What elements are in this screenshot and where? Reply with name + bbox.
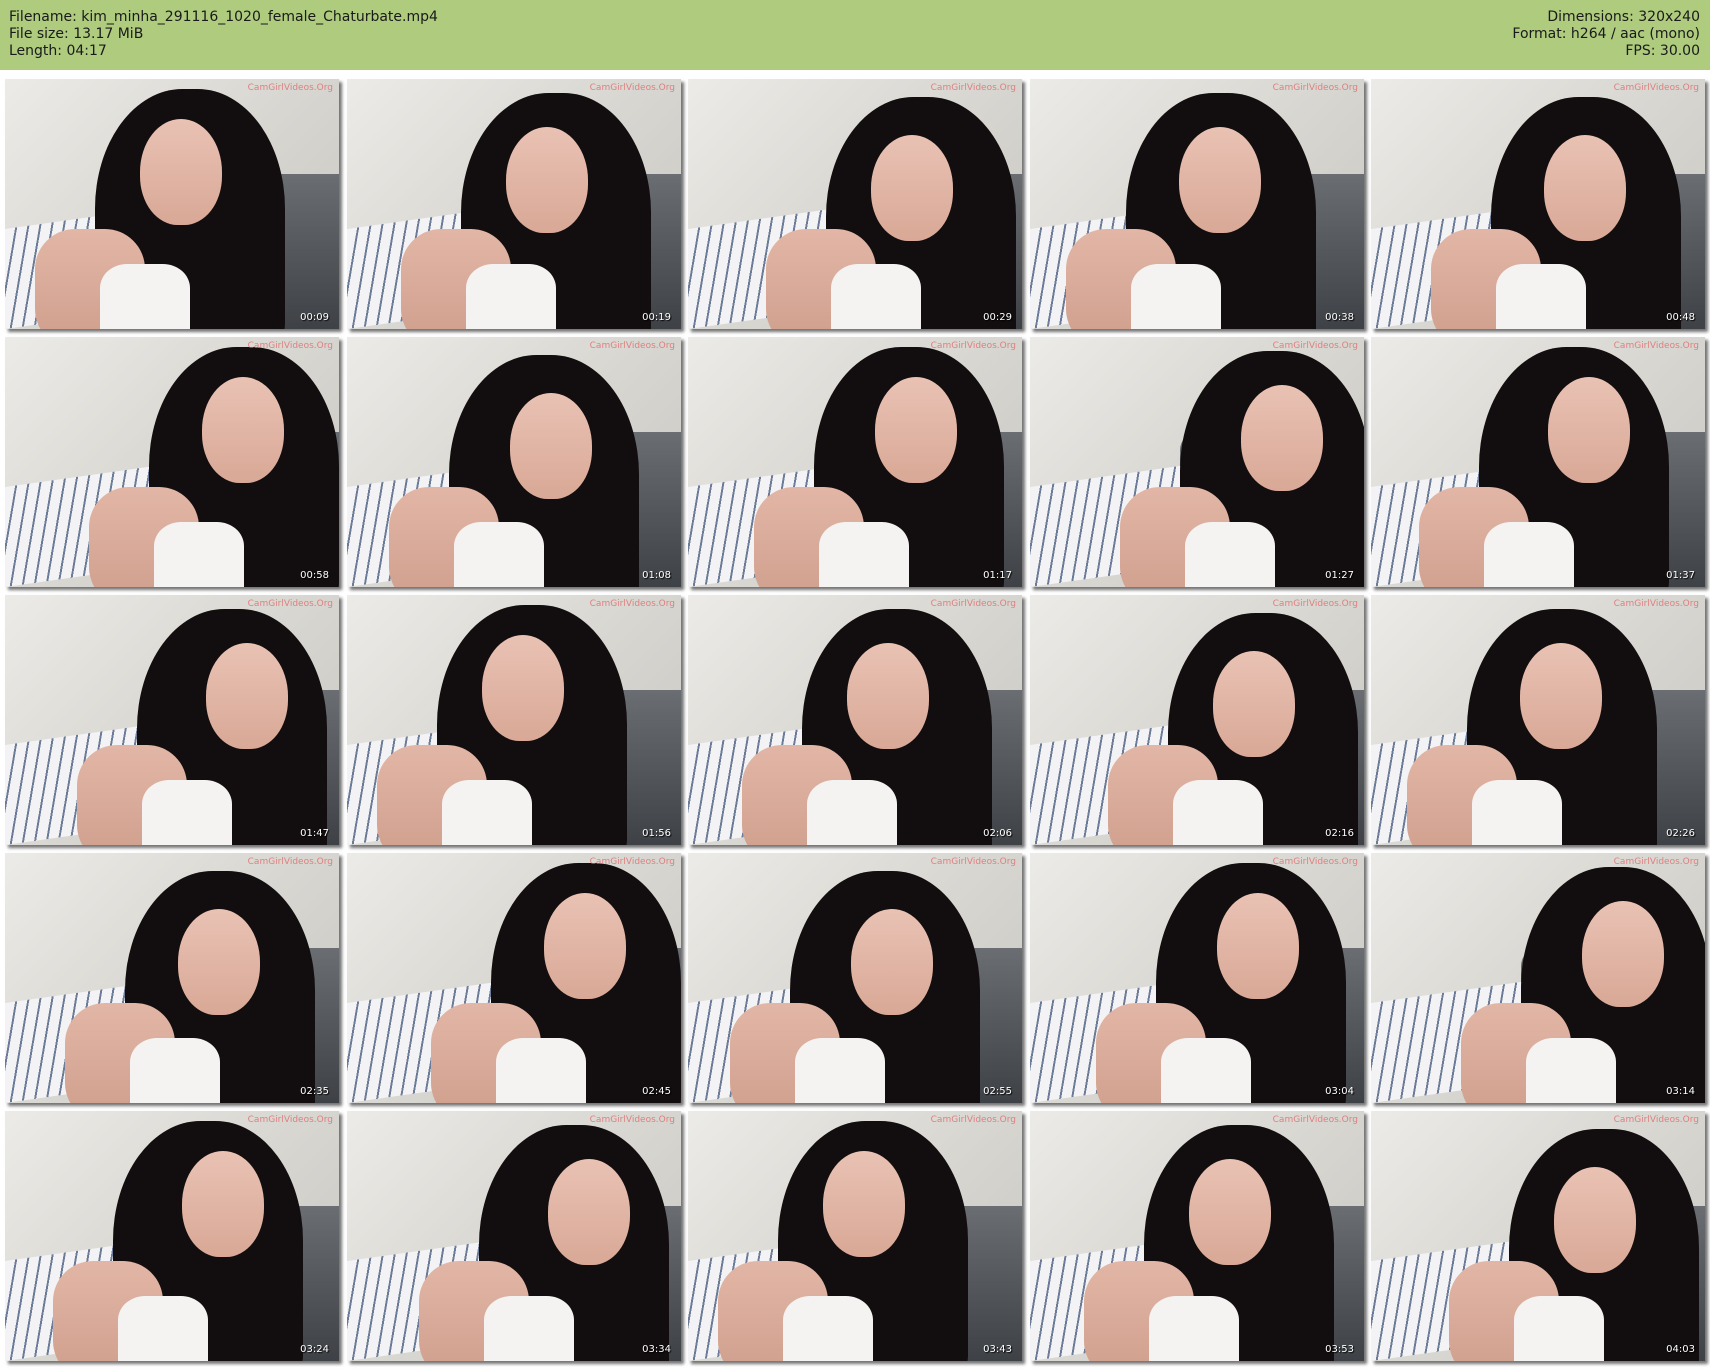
- watermark-text: CamGirlVideos.Org: [1613, 341, 1699, 351]
- watermark-text: CamGirlVideos.Org: [930, 857, 1016, 867]
- thumbnail-timestamp: 00:38: [1325, 312, 1354, 323]
- video-thumbnail: CamGirlVideos.Org 01:17: [688, 337, 1022, 587]
- file-info-right: Dimensions: 320x240 Format: h264 / aac (…: [1512, 9, 1700, 60]
- watermark-text: CamGirlVideos.Org: [589, 857, 675, 867]
- filename-text: Filename: kim_minha_291116_1020_female_C…: [9, 9, 438, 25]
- dimensions-text: Dimensions: 320x240: [1547, 9, 1700, 25]
- video-thumbnail: CamGirlVideos.Org 01:56: [347, 595, 681, 845]
- video-thumbnail: CamGirlVideos.Org 03:34: [347, 1111, 681, 1361]
- thumbnail-timestamp: 03:53: [1325, 1344, 1354, 1355]
- watermark-text: CamGirlVideos.Org: [247, 857, 333, 867]
- video-thumbnail: CamGirlVideos.Org 01:08: [347, 337, 681, 587]
- video-thumbnail: CamGirlVideos.Org 04:03: [1371, 1111, 1705, 1361]
- watermark-text: CamGirlVideos.Org: [930, 599, 1016, 609]
- fps-text: FPS: 30.00: [1625, 43, 1700, 59]
- watermark-text: CamGirlVideos.Org: [1613, 599, 1699, 609]
- video-thumbnail: CamGirlVideos.Org 02:26: [1371, 595, 1705, 845]
- thumbnail-timestamp: 04:03: [1666, 1344, 1695, 1355]
- video-thumbnail: CamGirlVideos.Org 00:48: [1371, 79, 1705, 329]
- thumbnail-timestamp: 01:47: [300, 828, 329, 839]
- thumbnail-timestamp: 03:24: [300, 1344, 329, 1355]
- video-thumbnail: CamGirlVideos.Org 01:47: [5, 595, 339, 845]
- watermark-text: CamGirlVideos.Org: [247, 83, 333, 93]
- video-thumbnail: CamGirlVideos.Org 02:55: [688, 853, 1022, 1103]
- thumbnail-timestamp: 03:34: [642, 1344, 671, 1355]
- length-text: Length: 04:17: [9, 43, 107, 59]
- watermark-text: CamGirlVideos.Org: [930, 83, 1016, 93]
- watermark-text: CamGirlVideos.Org: [1613, 1115, 1699, 1125]
- thumbnail-timestamp: 02:26: [1666, 828, 1695, 839]
- thumbnail-timestamp: 03:04: [1325, 1086, 1354, 1097]
- file-info-left: Filename: kim_minha_291116_1020_female_C…: [9, 9, 438, 60]
- thumbnail-timestamp: 00:09: [300, 312, 329, 323]
- watermark-text: CamGirlVideos.Org: [1272, 1115, 1358, 1125]
- video-thumbnail: CamGirlVideos.Org 03:53: [1030, 1111, 1364, 1361]
- thumbnail-timestamp: 00:58: [300, 570, 329, 581]
- watermark-text: CamGirlVideos.Org: [247, 341, 333, 351]
- watermark-text: CamGirlVideos.Org: [930, 341, 1016, 351]
- video-thumbnail: CamGirlVideos.Org 01:27: [1030, 337, 1364, 587]
- watermark-text: CamGirlVideos.Org: [1613, 857, 1699, 867]
- video-thumbnail: CamGirlVideos.Org 02:16: [1030, 595, 1364, 845]
- watermark-text: CamGirlVideos.Org: [247, 599, 333, 609]
- watermark-text: CamGirlVideos.Org: [589, 599, 675, 609]
- video-thumbnail: CamGirlVideos.Org 02:45: [347, 853, 681, 1103]
- watermark-text: CamGirlVideos.Org: [930, 1115, 1016, 1125]
- thumbnail-timestamp: 01:56: [642, 828, 671, 839]
- watermark-text: CamGirlVideos.Org: [589, 341, 675, 351]
- watermark-text: CamGirlVideos.Org: [1272, 857, 1358, 867]
- thumbnail-timestamp: 01:37: [1666, 570, 1695, 581]
- video-thumbnail: CamGirlVideos.Org 01:37: [1371, 337, 1705, 587]
- thumbnail-timestamp: 00:19: [642, 312, 671, 323]
- video-thumbnail: CamGirlVideos.Org 02:06: [688, 595, 1022, 845]
- thumbnail-timestamp: 01:27: [1325, 570, 1354, 581]
- video-thumbnail: CamGirlVideos.Org 00:09: [5, 79, 339, 329]
- thumbnail-timestamp: 02:55: [983, 1086, 1012, 1097]
- thumbnail-timestamp: 03:14: [1666, 1086, 1695, 1097]
- thumbnail-timestamp: 01:08: [642, 570, 671, 581]
- video-thumbnail: CamGirlVideos.Org 03:14: [1371, 853, 1705, 1103]
- watermark-text: CamGirlVideos.Org: [247, 1115, 333, 1125]
- thumbnail-timestamp: 00:48: [1666, 312, 1695, 323]
- video-thumbnail: CamGirlVideos.Org 00:19: [347, 79, 681, 329]
- watermark-text: CamGirlVideos.Org: [1613, 83, 1699, 93]
- thumbnail-timestamp: 03:43: [983, 1344, 1012, 1355]
- info-header: Filename: kim_minha_291116_1020_female_C…: [0, 0, 1710, 70]
- video-thumbnail: CamGirlVideos.Org 00:29: [688, 79, 1022, 329]
- thumbnail-timestamp: 01:17: [983, 570, 1012, 581]
- thumbnail-timestamp: 02:45: [642, 1086, 671, 1097]
- watermark-text: CamGirlVideos.Org: [589, 1115, 675, 1125]
- video-thumbnail: CamGirlVideos.Org 02:35: [5, 853, 339, 1103]
- video-thumbnail: CamGirlVideos.Org 03:04: [1030, 853, 1364, 1103]
- thumbnail-timestamp: 02:16: [1325, 828, 1354, 839]
- video-thumbnail: CamGirlVideos.Org 00:38: [1030, 79, 1364, 329]
- thumbnail-timestamp: 00:29: [983, 312, 1012, 323]
- watermark-text: CamGirlVideos.Org: [1272, 83, 1358, 93]
- watermark-text: CamGirlVideos.Org: [589, 83, 675, 93]
- thumbnail-timestamp: 02:06: [983, 828, 1012, 839]
- watermark-text: CamGirlVideos.Org: [1272, 599, 1358, 609]
- thumbnail-timestamp: 02:35: [300, 1086, 329, 1097]
- filesize-text: File size: 13.17 MiB: [9, 26, 144, 42]
- thumbnail-grid: CamGirlVideos.Org 00:09 CamGirlVideos.Org 0…: [5, 79, 1705, 1364]
- video-thumbnail: CamGirlVideos.Org 00:58: [5, 337, 339, 587]
- watermark-text: CamGirlVideos.Org: [1272, 341, 1358, 351]
- video-thumbnail: CamGirlVideos.Org 03:43: [688, 1111, 1022, 1361]
- format-text: Format: h264 / aac (mono): [1512, 26, 1700, 42]
- video-thumbnail: CamGirlVideos.Org 03:24: [5, 1111, 339, 1361]
